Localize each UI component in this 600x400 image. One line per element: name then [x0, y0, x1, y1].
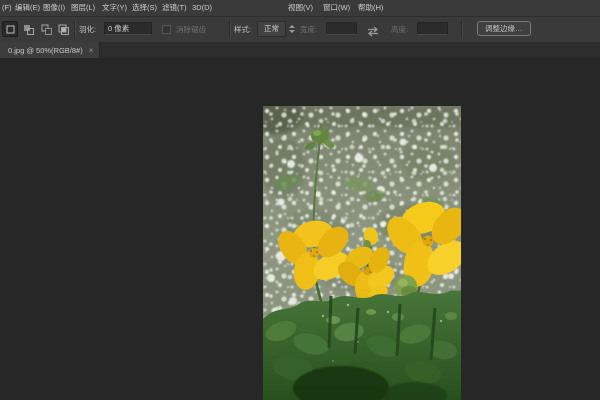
menu-type[interactable]: 文字(Y)	[102, 0, 127, 16]
photo-document[interactable]	[263, 106, 461, 400]
close-icon[interactable]: ×	[89, 46, 94, 55]
new-selection-icon[interactable]	[2, 21, 18, 37]
refine-edge-button[interactable]: 调整边缘…	[477, 21, 531, 36]
style-label: 样式:	[234, 25, 252, 34]
swap-width-height-icon[interactable]	[366, 24, 380, 42]
photoshop-window: (F) 编辑(E) 图像(I) 图层(L) 文字(Y) 选择(S) 滤镜(T) …	[0, 0, 600, 400]
canvas-area[interactable]	[0, 58, 600, 400]
chevron-up-down-icon	[289, 25, 295, 33]
options-divider	[461, 21, 462, 38]
menu-view[interactable]: 视图(V)	[288, 0, 313, 16]
options-divider	[74, 21, 75, 38]
add-to-selection-icon[interactable]	[20, 21, 36, 37]
options-divider	[229, 21, 230, 38]
feather-label: 羽化:	[79, 25, 97, 34]
tool-options-bar: 羽化: 消除锯齿 样式: 正常 宽度: 高度: 调整边缘…	[0, 17, 600, 43]
menu-layer[interactable]: 图层(L)	[71, 0, 95, 16]
antialias-checkbox[interactable]	[162, 25, 171, 34]
height-input[interactable]	[417, 22, 448, 35]
antialias-label: 消除锯齿	[176, 25, 206, 34]
intersect-selection-icon[interactable]	[55, 21, 71, 37]
style-dropdown-value: 正常	[257, 21, 286, 37]
height-label: 高度:	[391, 25, 409, 34]
width-input[interactable]	[326, 22, 357, 35]
style-dropdown[interactable]: 正常	[257, 21, 295, 37]
document-tab[interactable]: 0.jpg @ 50%(RGB/8#) ×	[0, 42, 101, 58]
menu-bar: (F) 编辑(E) 图像(I) 图层(L) 文字(Y) 选择(S) 滤镜(T) …	[0, 0, 600, 17]
menu-help[interactable]: 帮助(H)	[358, 0, 383, 16]
menu-window[interactable]: 窗口(W)	[323, 0, 350, 16]
subtract-from-selection-icon[interactable]	[38, 21, 54, 37]
feather-input[interactable]	[104, 22, 152, 35]
width-label: 宽度:	[300, 25, 318, 34]
document-tab-bar: 0.jpg @ 50%(RGB/8#) ×	[0, 42, 600, 59]
flower-photo	[263, 106, 461, 400]
menu-3d[interactable]: 3D(D)	[192, 0, 212, 16]
menu-edit[interactable]: 编辑(E)	[15, 0, 40, 16]
menu-file-partial[interactable]: (F)	[2, 0, 12, 16]
menu-select[interactable]: 选择(S)	[132, 0, 157, 16]
menu-image[interactable]: 图像(I)	[43, 0, 65, 16]
menu-filter[interactable]: 滤镜(T)	[162, 0, 187, 16]
document-tab-title: 0.jpg @ 50%(RGB/8#)	[8, 45, 83, 55]
